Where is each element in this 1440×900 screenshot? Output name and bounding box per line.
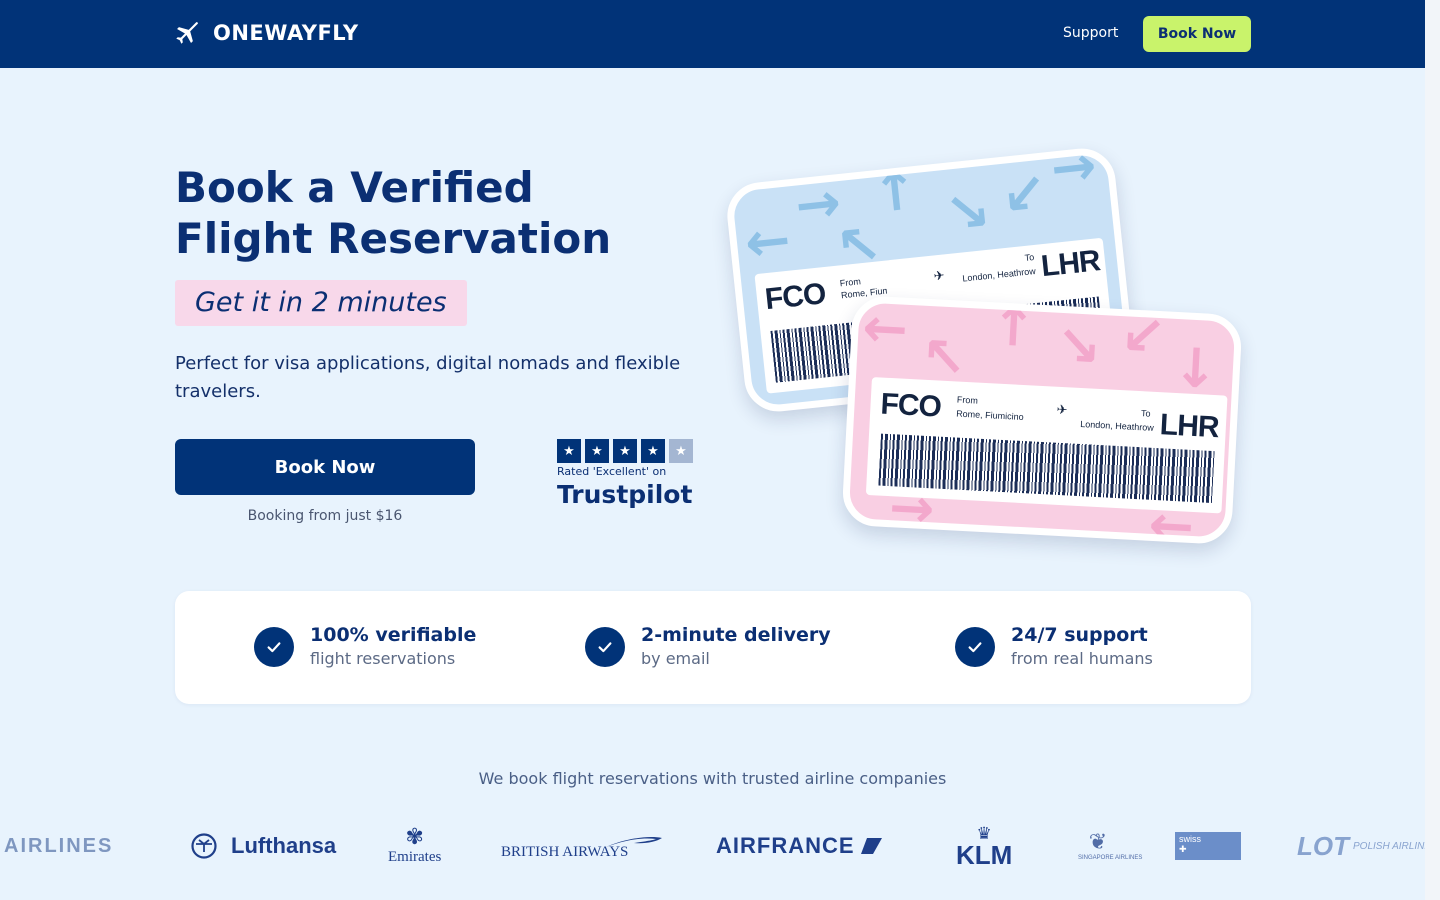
airline-logo-text: KLM — [956, 839, 1013, 870]
check-icon — [254, 627, 294, 667]
feature-item: 2-minute delivery by email — [585, 624, 831, 668]
airline-logo: LOT POLISH AIRLINES — [1297, 818, 1425, 874]
emirates-emblem-icon: ✾ — [405, 825, 424, 850]
hero-subtitle: Perfect for visa applications, digital n… — [175, 353, 681, 402]
feature-title: 24/7 support — [1011, 624, 1148, 646]
logo[interactable]: ONEWAYFLY — [175, 20, 359, 46]
tickets-illustration: ← → ↖ ↑ ↘ ↙ → FCO From Rome, Fiumicino ✈… — [720, 145, 1270, 546]
feature-title: 2-minute delivery — [641, 624, 831, 646]
trustpilot-badge[interactable]: ★ ★ ★ ★ ★ Rated 'Excellent' on Trustpilo… — [557, 439, 693, 509]
singapore-bird-icon: ❦ — [1088, 829, 1108, 855]
from-city: Rome, Fiumicino — [955, 408, 1024, 423]
arrow-up-icon: ↑ — [869, 157, 921, 226]
price-note: Booking from just $16 — [247, 508, 403, 524]
barcode — [878, 433, 1215, 504]
star-rating: ★ ★ ★ ★ ★ — [557, 439, 693, 463]
arrow-up-icon: ↑ — [989, 294, 1038, 360]
arrow-left-icon: ← — [741, 207, 794, 275]
arrow-down-left-icon: ↙ — [998, 160, 1050, 228]
from-label: From — [956, 394, 979, 406]
arrow-down-right-icon: ↘ — [1054, 313, 1103, 379]
airlines-heading: We book flight reservations with trusted… — [478, 769, 947, 788]
delivery-highlight: Get it in 2 minutes — [175, 280, 467, 326]
airline-logo: ✾ Emirates — [388, 818, 441, 874]
scrollbar[interactable] — [1425, 0, 1440, 900]
feature-title: 100% verifiable — [310, 624, 477, 646]
airfrance-stripe-icon — [860, 838, 882, 854]
page-title-line-2: Flight Reservation — [175, 214, 612, 263]
arrow-right-icon: → — [1047, 145, 1100, 201]
airline-logo: AIRFRANCE — [716, 818, 883, 874]
airline-logos-carousel: AIRLINES Lufthansa ✾ Emirates BRITISH AI… — [0, 818, 1425, 874]
airline-logo: Lufthansa — [190, 818, 336, 874]
arrow-down-right-icon: ↘ — [941, 178, 994, 246]
airline-logo-text: LOT — [1297, 830, 1349, 861]
feature-item: 24/7 support from real humans — [955, 624, 1153, 668]
hero-book-now-button[interactable]: Book Now — [175, 439, 475, 495]
to-code: LHR — [1159, 408, 1220, 445]
plane-icon: ✈ — [1056, 402, 1068, 419]
header-book-now-button[interactable]: Book Now — [1143, 16, 1251, 52]
feature-subtitle: flight reservations — [310, 649, 456, 668]
from-code: FCO — [763, 277, 827, 317]
arrow-left-icon: ← — [860, 295, 910, 361]
airline-logo-text: Lufthansa — [231, 833, 337, 858]
page-title: Book a Verified Flight Reservation — [175, 162, 695, 264]
page-title-line-1: Book a Verified — [175, 163, 534, 212]
trustpilot-rated-text: Rated 'Excellent' on — [557, 465, 667, 478]
airline-logo: ❦ SINGAPORE AIRLINES — [1078, 818, 1143, 874]
star-icon: ★ — [613, 439, 637, 463]
star-icon: ★ — [641, 439, 665, 463]
ticket-stub: FCO From Rome, Fiumicino ✈ To London, He… — [865, 377, 1228, 514]
arrow-up-left-icon: ↖ — [919, 324, 969, 390]
airline-logo-text: Emirates — [388, 849, 442, 865]
arrow-down-icon: ↓ — [1171, 335, 1220, 402]
swiss-badge: swiss ✚ — [1175, 832, 1241, 860]
feature-subtitle: by email — [641, 649, 710, 668]
logo-text: ONEWAYFLY — [213, 21, 359, 45]
arrow-down-left-icon: ↙ — [1118, 303, 1168, 369]
features-card: 100% verifiable flight reservations 2-mi… — [175, 591, 1251, 704]
from-code: FCO — [879, 387, 942, 424]
airline-logo-text: AIRFRANCE — [716, 833, 855, 858]
airline-logo: swiss ✚ — [1175, 818, 1241, 874]
trustpilot-brand: Trustpilot — [557, 480, 693, 509]
star-icon: ★ — [669, 439, 693, 463]
top-navbar: ONEWAYFLY Support Book Now — [0, 0, 1425, 68]
plane-icon: ✈ — [932, 268, 946, 285]
swiss-cross-icon: ✚ — [1179, 844, 1187, 854]
airline-logo-text: SINGAPORE AIRLINES — [1078, 854, 1143, 861]
airline-logo-text: swiss — [1179, 834, 1201, 844]
airline-logo: BRITISH AIRWAYS — [501, 818, 664, 874]
plane-icon — [176, 22, 198, 44]
check-icon — [955, 627, 995, 667]
ticket-card: ← ↖ ↑ ↘ ↙ ↓ → ← FCO From Rome, Fiumicino… — [841, 294, 1243, 546]
airline-logo: AIRLINES — [4, 818, 113, 874]
to-code: LHR — [1039, 244, 1102, 284]
star-icon: ★ — [585, 439, 609, 463]
airline-logo-text: AIRLINES — [4, 834, 114, 857]
check-icon — [585, 627, 625, 667]
feature-item: 100% verifiable flight reservations — [254, 624, 476, 668]
airline-logo: ♛ KLM — [956, 818, 1012, 874]
star-icon: ★ — [557, 439, 581, 463]
feature-subtitle: from real humans — [1011, 649, 1153, 668]
to-city: London, Heathrow — [1080, 419, 1155, 433]
support-link[interactable]: Support — [1063, 25, 1118, 41]
airline-logo-subtext: POLISH AIRLINES — [1353, 840, 1425, 852]
crane-icon — [191, 833, 217, 859]
speedmarque-icon — [606, 837, 663, 847]
